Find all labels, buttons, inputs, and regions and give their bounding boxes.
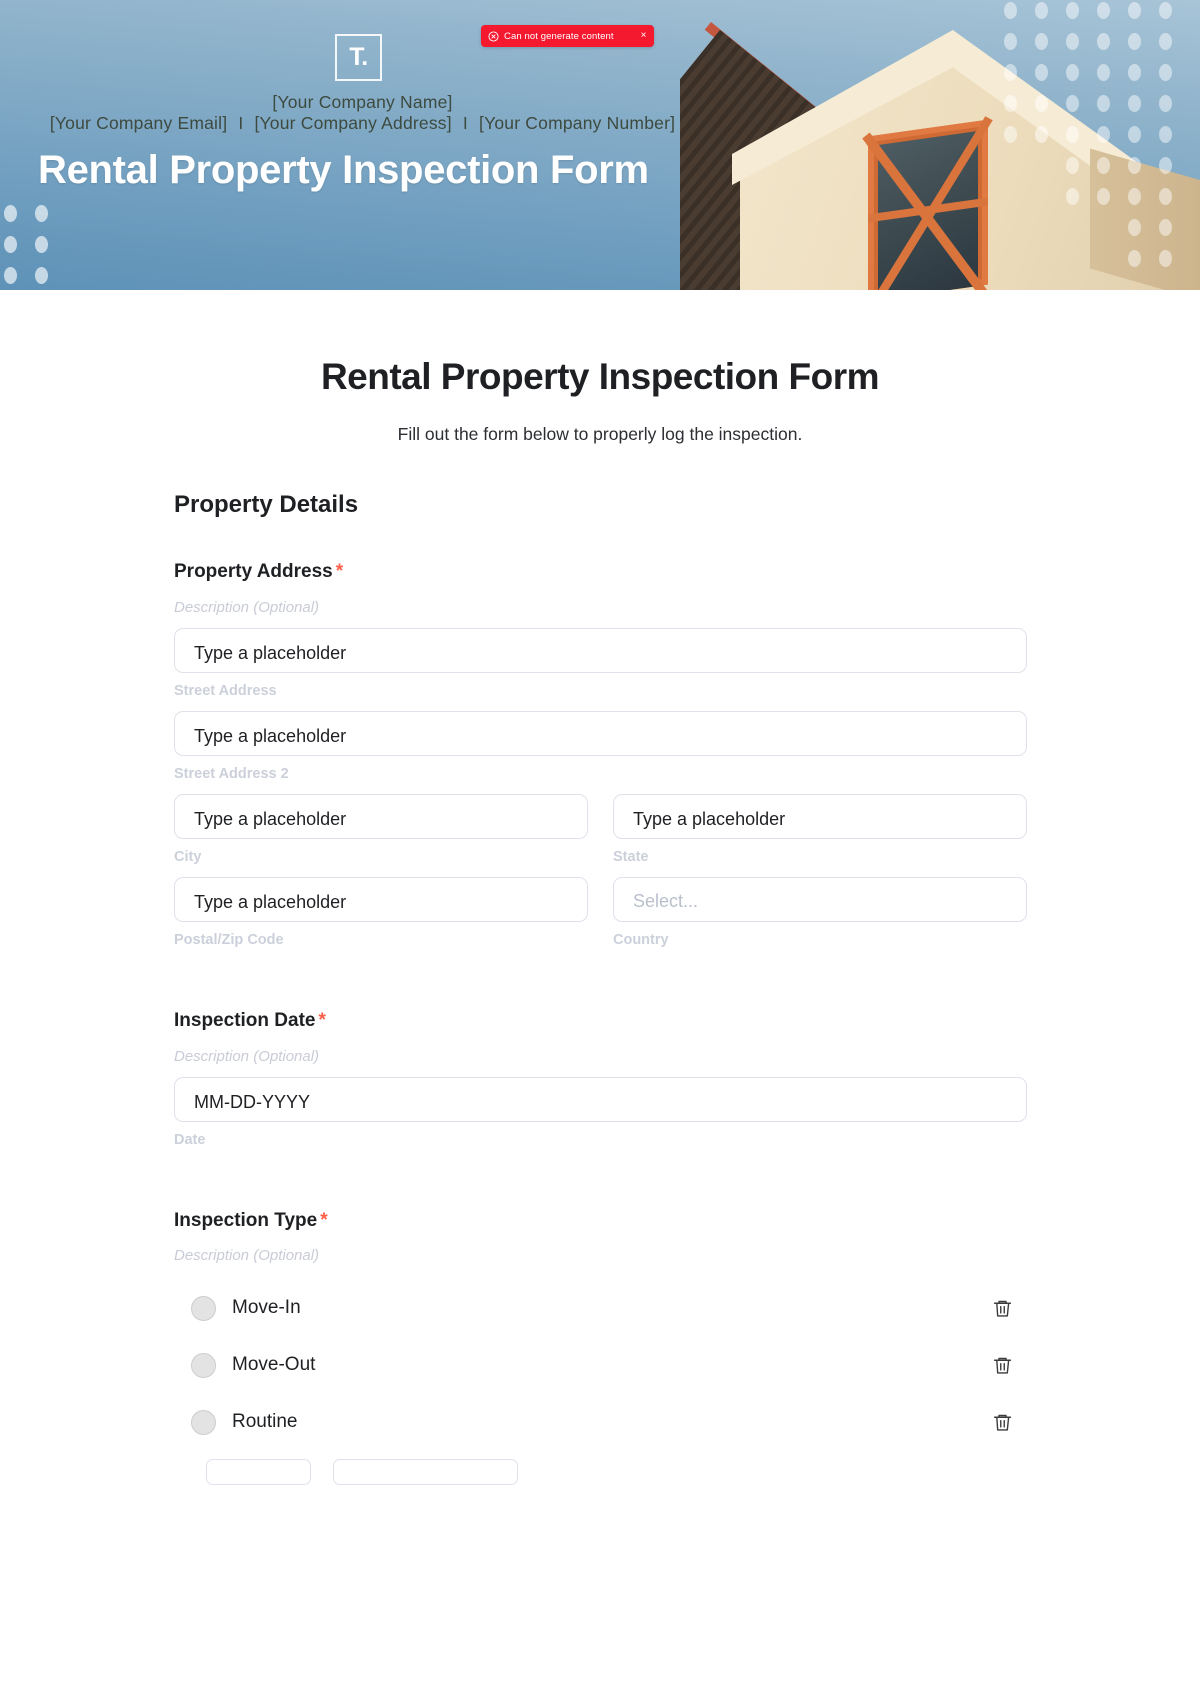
sub-label-city: City xyxy=(174,848,202,865)
trash-icon[interactable] xyxy=(992,1297,1013,1320)
option-action-buttons xyxy=(174,1459,1027,1486)
radio-option-move-in[interactable]: Move-In xyxy=(174,1288,1027,1328)
label-text: Inspection Date xyxy=(174,1009,316,1031)
add-option-button[interactable] xyxy=(206,1459,311,1486)
trash-icon[interactable] xyxy=(992,1411,1013,1434)
field-property-address: Property Address * Description (Optional)… xyxy=(173,561,1027,948)
address-row-zip-country: Type a placeholder Postal/Zip Code Selec… xyxy=(174,865,1027,948)
sub-label-state: State xyxy=(613,848,649,865)
sub-label-street-address: Street Address xyxy=(174,682,277,699)
select-country[interactable]: Select... xyxy=(613,876,1027,922)
required-asterisk: * xyxy=(320,1209,328,1231)
input-value: Type a placeholder xyxy=(633,808,786,829)
select-value: Select... xyxy=(633,890,699,911)
label-text: Property Address xyxy=(174,561,333,582)
field-description-property-address: Description (Optional) xyxy=(174,598,320,616)
label-text: Inspection Type xyxy=(174,1209,318,1231)
required-asterisk: * xyxy=(335,561,344,582)
page-subtitle: Fill out the form below to properly log … xyxy=(397,424,803,444)
field-inspection-date: Inspection Date * Description (Optional) … xyxy=(173,1010,1027,1148)
company-number: [Your Company Number] xyxy=(479,113,676,133)
company-address: [Your Company Address] xyxy=(254,113,452,133)
input-street-address[interactable]: Type a placeholder xyxy=(174,627,1027,673)
sub-label-country: Country xyxy=(613,931,669,948)
radio-label: Move-In xyxy=(232,1297,301,1319)
input-inspection-date[interactable]: MM-DD-YYYY xyxy=(174,1076,1027,1122)
radio-option-routine[interactable]: Routine xyxy=(174,1402,1027,1442)
input-value: MM-DD-YYYY xyxy=(194,1091,310,1112)
radio-group-inspection-type: Move-In Move-Out Routine xyxy=(174,1288,1027,1442)
input-value: Type a placeholder xyxy=(194,725,347,746)
radio-circle-icon[interactable] xyxy=(191,1352,216,1378)
section-title-property-details: Property Details xyxy=(174,491,359,518)
field-label-inspection-date: Inspection Date * xyxy=(174,1010,1027,1033)
add-other-option-button[interactable] xyxy=(333,1459,518,1486)
field-label-property-address: Property Address * xyxy=(174,561,1027,584)
toast-message: Can not generate content xyxy=(504,30,614,42)
separator-2: I xyxy=(462,113,468,133)
logo-text: T. xyxy=(349,43,368,71)
radio-circle-icon[interactable] xyxy=(191,1295,216,1321)
radio-option-move-out[interactable]: Move-Out xyxy=(174,1345,1027,1385)
input-value: Type a placeholder xyxy=(194,808,347,829)
input-city[interactable]: Type a placeholder xyxy=(174,793,588,839)
field-description-inspection-date: Description (Optional) xyxy=(174,1047,320,1065)
company-email: [Your Company Email] xyxy=(49,113,228,133)
company-contact-line: [Your Company Email] I [Your Company Add… xyxy=(0,113,725,134)
company-logo: T. xyxy=(335,34,382,81)
sub-label-postal-zip-code: Postal/Zip Code xyxy=(174,931,284,948)
radio-circle-icon[interactable] xyxy=(191,1409,216,1435)
input-street-address-2[interactable]: Type a placeholder xyxy=(174,710,1027,756)
error-circle-icon xyxy=(488,30,499,42)
hero-title: Rental Property Inspection Form xyxy=(38,148,649,192)
sub-label-date: Date xyxy=(174,1131,206,1148)
field-label-inspection-type: Inspection Type * xyxy=(174,1210,1027,1233)
field-description-inspection-type: Description (Optional) xyxy=(174,1247,320,1265)
address-row-street2: Type a placeholder Street Address 2 xyxy=(174,710,1027,782)
input-state[interactable]: Type a placeholder xyxy=(613,793,1027,839)
input-postal-zip-code[interactable]: Type a placeholder xyxy=(174,876,588,922)
hero-banner: T. [Your Company Name] [Your Company Ema… xyxy=(0,0,1200,290)
field-inspection-type: Inspection Type * Description (Optional) … xyxy=(173,1210,1027,1486)
toast-close-icon[interactable]: × xyxy=(641,31,647,41)
radio-label: Routine xyxy=(232,1411,298,1433)
sub-label-street-address-2: Street Address 2 xyxy=(174,765,289,782)
input-value: Type a placeholder xyxy=(194,891,347,912)
input-value: Type a placeholder xyxy=(194,642,347,663)
address-row-city-state: Type a placeholder City Type a placehold… xyxy=(174,782,1027,865)
company-name: [Your Company Name] xyxy=(272,92,453,112)
error-toast[interactable]: Can not generate content × xyxy=(481,25,655,47)
page-title: Rental Property Inspection Form xyxy=(320,356,880,397)
form-page: Rental Property Inspection Form Fill out… xyxy=(0,290,1200,1486)
trash-icon[interactable] xyxy=(992,1354,1013,1377)
separator-1: I xyxy=(238,113,244,133)
form-container: Rental Property Inspection Form Fill out… xyxy=(173,290,1027,1486)
radio-label: Move-Out xyxy=(232,1354,316,1376)
address-row-street: Type a placeholder Street Address xyxy=(174,627,1027,699)
required-asterisk: * xyxy=(318,1009,326,1031)
